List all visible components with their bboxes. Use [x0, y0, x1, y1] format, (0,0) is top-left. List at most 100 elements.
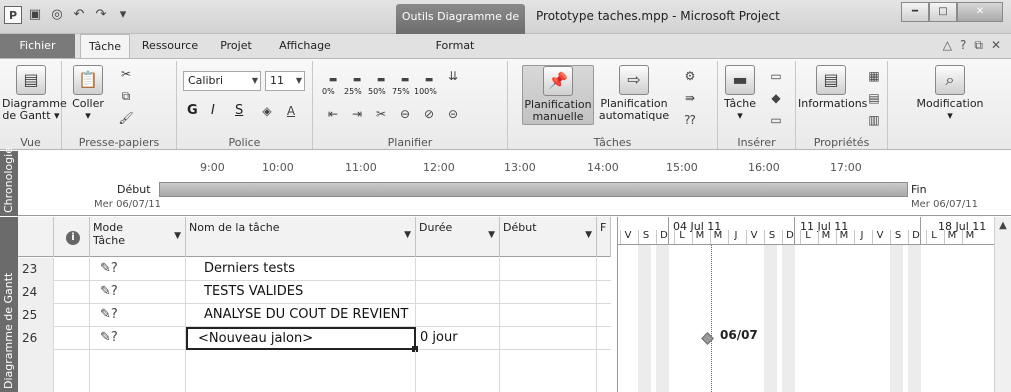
row-number[interactable]: 25 [18, 304, 54, 327]
sort-arrow-icon[interactable]: ▼ [585, 230, 592, 240]
duration-cell[interactable] [416, 304, 500, 327]
task-name-cell-selected[interactable]: <Nouveau jalon> [186, 327, 418, 352]
start-cell[interactable] [500, 281, 597, 304]
informations-button[interactable]: ▤ Informations [798, 65, 867, 110]
deactivate-icon[interactable]: ⊝ [443, 105, 463, 123]
row-number[interactable]: 26 [18, 327, 54, 350]
deliverable-icon[interactable]: ▭ [766, 111, 786, 129]
start-cell[interactable] [500, 258, 597, 281]
split-task-icon[interactable]: ✂ [371, 105, 391, 123]
font-size-combo[interactable]: 11 ▼ [265, 71, 305, 91]
start-cell[interactable] [500, 304, 597, 327]
paste-button[interactable]: 📋 Coller ▾ [68, 65, 108, 122]
insert-task-button[interactable]: ▬ Tâche ▾ [720, 65, 760, 122]
italic-button[interactable]: I [211, 103, 215, 118]
table-row[interactable]: 26 ✎? <Nouveau jalon> 0 jour [18, 327, 611, 352]
task-name-cell[interactable] [186, 373, 416, 392]
respect-links-icon[interactable]: ⇊ [443, 67, 463, 85]
ribbon-tabs: Fichier Tâche Ressource Projet Affichage… [0, 34, 1011, 58]
timeline-tick: 9:00 [200, 161, 225, 174]
manual-schedule-button[interactable]: 📌 Planification manuelle [522, 65, 594, 125]
timeline-icon[interactable]: ▥ [864, 111, 884, 129]
redo-icon[interactable]: ↷ [92, 6, 110, 24]
row-selector-header[interactable] [18, 217, 54, 257]
table-row[interactable]: 25 ✎? ANALYSE DU COUT DE REVIENT [18, 304, 611, 327]
minimize-button[interactable]: ━ [901, 2, 929, 22]
duration-cell[interactable] [416, 281, 500, 304]
tab-format[interactable]: Format [420, 34, 490, 58]
sort-arrow-icon[interactable]: ▼ [488, 230, 495, 240]
table-row[interactable]: 23 ✎? Derniers tests [18, 258, 611, 281]
auto-schedule-button[interactable]: ⇨ Planification automatique [598, 65, 670, 122]
sort-arrow-icon[interactable]: ▼ [404, 230, 411, 240]
tab-affichage[interactable]: Affichage [270, 34, 340, 58]
close-doc-icon[interactable]: ✕ [991, 38, 1001, 53]
customize-icon[interactable]: ▾ [114, 6, 132, 24]
start-cell[interactable] [500, 327, 597, 350]
timeline-bar[interactable] [159, 182, 908, 197]
link-tasks-icon[interactable]: ⊖ [395, 105, 415, 123]
underline-button[interactable]: S [235, 103, 243, 118]
outdent-icon[interactable]: ⇤ [323, 105, 343, 123]
project-logo-icon[interactable]: P [4, 6, 22, 24]
tab-projet[interactable]: Projet [210, 34, 262, 58]
tab-ressource[interactable]: Ressource [134, 34, 206, 58]
gantt-chart-button[interactable]: ▤ Diagramme de Gantt ▾ [2, 65, 67, 122]
row-number[interactable]: 23 [18, 258, 54, 281]
sort-arrow-icon[interactable]: ▼ [174, 230, 181, 243]
info-column-header[interactable]: i [54, 217, 90, 257]
font-color-icon[interactable]: A [281, 102, 301, 120]
close-button[interactable]: ✕ [957, 2, 1003, 22]
undo-icon[interactable]: ↶ [70, 6, 88, 24]
start-cell[interactable] [500, 373, 597, 392]
duration-cell[interactable] [416, 258, 500, 281]
summary-icon[interactable]: ▭ [766, 67, 786, 85]
task-name-cell[interactable]: ANALYSE DU COUT DE REVIENT [186, 304, 416, 327]
task-name-cell[interactable]: Derniers tests [186, 258, 416, 281]
row-number[interactable] [18, 373, 54, 392]
highlight-icon[interactable]: ◈ [257, 102, 277, 120]
help-icon[interactable]: ? [960, 38, 966, 53]
duration-cell[interactable] [416, 350, 500, 373]
scroll-up-icon[interactable]: ▲ [995, 220, 1011, 231]
restore-icon[interactable]: ⧉ [974, 38, 983, 53]
format-painter-icon[interactable]: 🖌 [116, 109, 136, 127]
inspect-icon[interactable]: ⚙ [680, 67, 700, 85]
start-column-header[interactable]: Début ▼ [500, 217, 597, 257]
maximize-button[interactable]: □ [929, 2, 957, 22]
collapse-ribbon-icon[interactable]: △ [943, 38, 952, 53]
unlink-tasks-icon[interactable]: ⊘ [419, 105, 439, 123]
tab-fichier[interactable]: Fichier [0, 34, 75, 58]
gantt-chart[interactable]: 04 Jul 11 11 Jul 11 18 Jul 11 V S D L M … [617, 217, 1011, 392]
circle-icon[interactable]: ◎ [48, 6, 66, 24]
row-number[interactable] [18, 350, 54, 373]
notes-icon[interactable]: ▦ [864, 67, 884, 85]
start-cell[interactable] [500, 350, 597, 373]
task-name-cell[interactable]: TESTS VALIDES [186, 281, 416, 304]
tab-tache[interactable]: Tâche [80, 34, 130, 58]
indent-icon[interactable]: ⇥ [347, 105, 367, 123]
mode-column-header[interactable]: Mode Tâche ▼ [90, 217, 186, 257]
task-name-cell[interactable] [186, 350, 416, 373]
table-row[interactable] [18, 373, 611, 392]
duration-cell[interactable] [416, 373, 500, 392]
bold-button[interactable]: G [187, 103, 198, 118]
name-column-header[interactable]: Nom de la tâche ▼ [186, 217, 416, 257]
duration-cell[interactable]: 0 jour [416, 327, 500, 350]
row-number[interactable]: 24 [18, 281, 54, 304]
duration-column-header[interactable]: Durée ▼ [416, 217, 500, 257]
finish-column-header[interactable]: F [597, 217, 611, 257]
timeline[interactable]: Chronologie 9:00 10:00 11:00 12:00 13:00… [0, 147, 1011, 216]
copy-icon[interactable]: ⧉ [116, 87, 136, 105]
modification-button[interactable]: ⌕ Modification ▾ [912, 65, 988, 122]
table-row[interactable] [18, 350, 611, 373]
mode-icon[interactable]: ⁇ [680, 111, 700, 129]
font-name-combo[interactable]: Calibri ▼ [183, 71, 261, 91]
milestone-icon[interactable]: ◆ [766, 89, 786, 107]
move-icon[interactable]: ⇛ [680, 89, 700, 107]
table-row[interactable]: 24 ✎? TESTS VALIDES [18, 281, 611, 304]
cut-icon[interactable]: ✂ [116, 65, 136, 83]
details-icon[interactable]: ▤ [864, 89, 884, 107]
vertical-scrollbar[interactable]: ▲ [994, 217, 1011, 392]
save-icon[interactable]: ▣ [26, 6, 44, 24]
